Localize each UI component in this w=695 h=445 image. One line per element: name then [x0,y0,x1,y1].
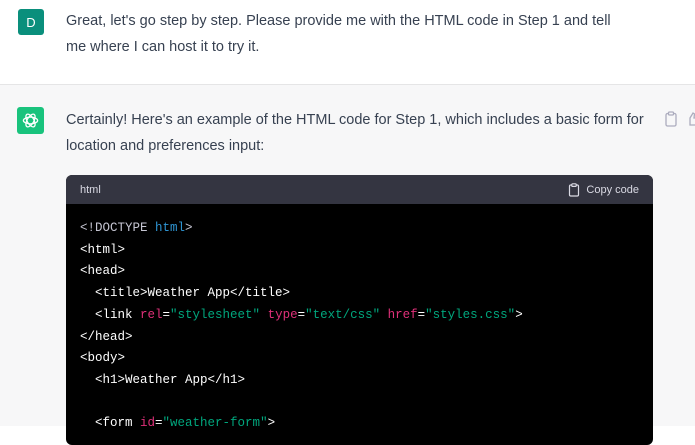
code-line: <link rel="stylesheet" type="text/css" h… [80,305,639,327]
code-block: html Copy code <!DOCTYPE html> <html> <hea… [66,175,653,445]
assistant-message-row: Certainly! Here's an example of the HTML… [0,85,695,445]
clipboard-icon[interactable] [664,111,678,127]
code-token: "stylesheet" [170,307,261,322]
code-token: = [297,307,306,322]
code-line: <!DOCTYPE html> [80,218,639,240]
clipboard-icon [569,182,580,197]
code-line: <head> [80,261,639,283]
copy-code-button[interactable]: Copy code [568,182,639,197]
code-token: > [185,221,193,235]
code-line: <form id="weather-form"> [80,413,639,435]
code-line: <body> [80,348,639,370]
code-token: "weather-form" [162,416,268,431]
code-language-label: html [80,183,101,196]
code-content: <!DOCTYPE html> <html> <head> <title>Weath… [66,204,653,445]
code-token: href [387,307,418,322]
code-token: <html> [80,242,126,257]
user-message-text: Great, let's go step by step. Please pro… [66,13,611,55]
code-token: rel [140,307,163,322]
code-token: <form [80,416,141,431]
code-token: html [155,221,186,235]
code-token: > [515,307,523,322]
code-line: <h1>Weather App</h1> [80,370,639,392]
user-avatar: D [18,9,44,35]
code-block-header: html Copy code [66,175,653,204]
user-message-row: D Great, let's go step by step. Please p… [0,0,695,85]
openai-logo-icon [22,113,39,128]
code-token: <body> [80,351,126,366]
code-line: <title>Weather App</title> [80,283,639,305]
code-token: id [140,416,156,431]
assistant-avatar [17,107,44,134]
code-token: "text/css" [305,307,381,322]
copy-code-label: Copy code [586,183,639,196]
thumbs-up-icon[interactable] [688,111,695,127]
code-token: = [162,307,171,322]
code-token: </head> [80,329,133,344]
code-line: <html> [80,240,639,262]
code-token: <link [80,307,141,322]
code-line: </head> [80,327,639,349]
code-token: <title>Weather App</title> [80,286,291,301]
code-token: <!DOCTYPE [80,221,156,235]
code-token: = [155,416,163,431]
code-token: type [267,307,298,322]
code-token: > [267,416,276,431]
code-token: "styles.css" [425,307,516,322]
code-token: <h1>Weather App</h1> [80,372,246,387]
code-token: <head> [80,264,126,279]
assistant-message-text: Certainly! Here's an example of the HTML… [66,112,644,154]
